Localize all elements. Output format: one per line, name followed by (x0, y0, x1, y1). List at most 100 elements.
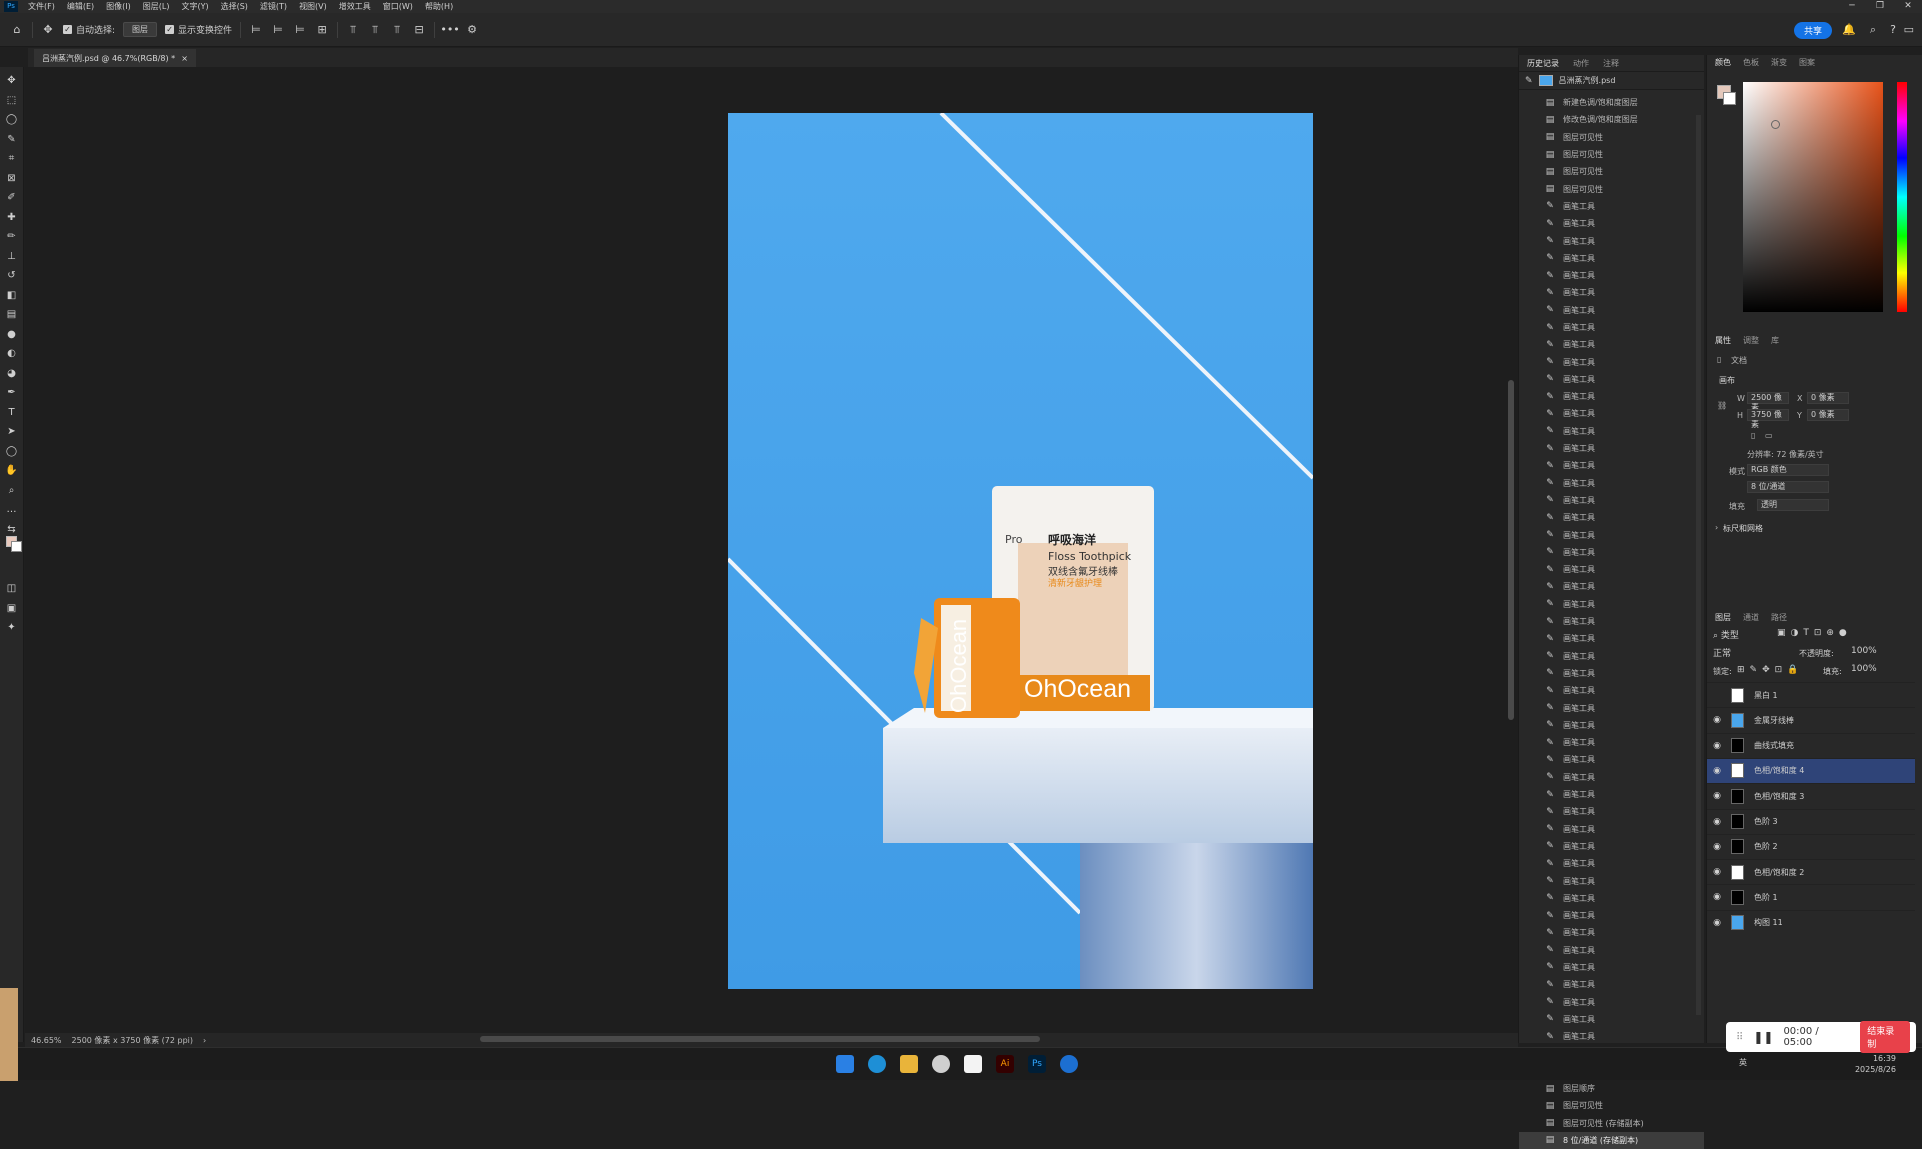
history-step[interactable]: ✎ 画笔工具 (1519, 232, 1704, 249)
fill-select[interactable]: 透明 (1757, 499, 1829, 511)
path-select-tool-icon[interactable]: ➤ (3, 422, 21, 442)
menu-window[interactable]: 窗口(W) (377, 1, 419, 12)
history-step[interactable]: ✎ 画笔工具 (1519, 405, 1704, 422)
x-input[interactable]: 0 像素 (1807, 392, 1849, 404)
history-step[interactable]: ✎ 画笔工具 (1519, 1028, 1704, 1045)
blend-mode-select[interactable]: 正常 (1713, 646, 1791, 659)
align-center-icon[interactable]: ⊨ (271, 23, 285, 37)
history-step[interactable]: ✎ 画笔工具 (1519, 596, 1704, 613)
distribute-icon[interactable]: ⊞ (315, 23, 329, 37)
history-step[interactable]: ✎ 画笔工具 (1519, 353, 1704, 370)
sponge-tool-icon[interactable]: ◕ (3, 364, 21, 384)
tab-actions[interactable]: 动作 (1573, 58, 1589, 69)
layer-row[interactable]: ◉ 色相/饱和度 2 (1707, 859, 1915, 884)
visibility-eye-icon[interactable]: ◉ (1707, 817, 1727, 827)
align-right-icon[interactable]: ⊨ (293, 23, 307, 37)
fill-input[interactable]: 100% (1851, 664, 1885, 674)
history-step[interactable]: ✎ 画笔工具 (1519, 959, 1704, 976)
visibility-eye-icon[interactable]: ◉ (1707, 842, 1727, 852)
visibility-eye-icon[interactable]: ◉ (1707, 791, 1727, 801)
shape-tool-icon[interactable]: ◯ (3, 442, 21, 462)
history-step[interactable]: ✎ 画笔工具 (1519, 872, 1704, 889)
history-step[interactable]: ✎ 画笔工具 (1519, 717, 1704, 734)
windows-start-icon[interactable] (836, 1055, 854, 1073)
menu-select[interactable]: 选择(S) (215, 1, 254, 12)
history-step[interactable]: ▤ 图层可见性 (1519, 1097, 1704, 1114)
menu-filter[interactable]: 滤镜(T) (254, 1, 293, 12)
history-brush-icon[interactable]: ↺ (3, 266, 21, 286)
mode-select[interactable]: RGB 颜色 (1747, 464, 1829, 476)
visibility-eye-icon[interactable]: ◉ (1707, 741, 1727, 751)
file-explorer-icon[interactable] (900, 1055, 918, 1073)
menu-image[interactable]: 图像(I) (100, 1, 137, 12)
layer-row[interactable]: ◉ 金属牙线棒 (1707, 707, 1915, 732)
visibility-eye-icon[interactable]: ◉ (1707, 867, 1727, 877)
photoshop-icon[interactable]: Ps (1028, 1055, 1046, 1073)
bit-depth-select[interactable]: 8 位/通道 (1747, 481, 1829, 493)
layer-row[interactable]: 黑白 1 (1707, 682, 1915, 707)
workspace-icon[interactable]: ▭ (1904, 23, 1914, 36)
brush-tool-icon[interactable]: ✏ (3, 227, 21, 247)
history-step[interactable]: ✎ 画笔工具 (1519, 336, 1704, 353)
history-step[interactable]: ✎ 画笔工具 (1519, 423, 1704, 440)
layer-filter-icons[interactable]: ▣◑T⊡⊕● (1777, 628, 1852, 638)
canvas-section-label[interactable]: 画布 (1719, 375, 1735, 386)
history-step[interactable]: ✎ 画笔工具 (1519, 907, 1704, 924)
tab-paths[interactable]: 路径 (1771, 612, 1787, 623)
align-middle-icon[interactable]: ⫪ (368, 23, 382, 37)
history-step[interactable]: ✎ 画笔工具 (1519, 440, 1704, 457)
history-scrollbar[interactable] (1696, 115, 1701, 1015)
layer-select-dropdown[interactable]: 图层 (123, 22, 158, 37)
tab-notes[interactable]: 注释 (1603, 58, 1619, 69)
canvas-vertical-scrollbar[interactable] (1508, 380, 1514, 720)
eraser-tool-icon[interactable]: ◧ (3, 286, 21, 306)
layer-row[interactable]: ◉ 色相/饱和度 3 (1707, 783, 1915, 808)
illustrator-icon[interactable]: Ai (996, 1055, 1014, 1073)
history-step[interactable]: ✎ 画笔工具 (1519, 648, 1704, 665)
menu-edit[interactable]: 编辑(E) (61, 1, 100, 12)
history-step[interactable]: ▤ 图层可见性 (1519, 163, 1704, 180)
auto-select-checkbox[interactable]: ✓ 自动选择: (63, 23, 115, 36)
history-step[interactable]: ✎ 画笔工具 (1519, 820, 1704, 837)
history-step[interactable]: ✎ 画笔工具 (1519, 993, 1704, 1010)
stamp-tool-icon[interactable]: ⊥ (3, 247, 21, 267)
history-step[interactable]: ✎ 画笔工具 (1519, 769, 1704, 786)
quick-mask-icon[interactable]: ◫ (3, 579, 21, 599)
pen-tool-icon[interactable]: ✒ (3, 383, 21, 403)
history-step[interactable]: ✎ 画笔工具 (1519, 1011, 1704, 1028)
notepad-icon[interactable] (964, 1055, 982, 1073)
blur-tool-icon[interactable]: ● (3, 325, 21, 345)
marquee-tool-icon[interactable]: ⬚ (3, 91, 21, 111)
move-tool-icon[interactable]: ✥ (41, 23, 55, 37)
bell-icon[interactable]: 🔔 (1842, 23, 1856, 36)
history-step[interactable]: ✎ 画笔工具 (1519, 475, 1704, 492)
layer-row[interactable]: ◉ 曲线式填充 (1707, 732, 1915, 758)
color-picker-cursor[interactable] (1771, 120, 1780, 129)
history-step[interactable]: ✎ 画笔工具 (1519, 682, 1704, 699)
history-step[interactable]: ✎ 画笔工具 (1519, 250, 1704, 267)
history-step[interactable]: ✎ 画笔工具 (1519, 665, 1704, 682)
history-snapshot[interactable]: ✎ 吕洲蒸汽例.psd (1519, 72, 1704, 90)
history-step[interactable]: ✎ 画笔工具 (1519, 976, 1704, 993)
minimize-icon[interactable]: ─ (1838, 0, 1866, 13)
system-clock[interactable]: 16:39 2025/8/26 (1855, 1053, 1896, 1075)
history-step[interactable]: ▤ 图层可见性 (存储副本) (1519, 1115, 1704, 1132)
language-indicator[interactable]: 英 (1739, 1057, 1747, 1068)
menu-help[interactable]: 帮助(H) (419, 1, 459, 12)
tab-gradients[interactable]: 渐变 (1771, 57, 1787, 68)
rulers-grids-label[interactable]: 标尺和网格 (1723, 523, 1763, 534)
move-tool-icon[interactable]: ✥ (3, 71, 21, 91)
share-button[interactable]: 共享 (1793, 22, 1832, 39)
search-icon[interactable]: ⌕ (1870, 23, 1876, 37)
tab-color[interactable]: 颜色 (1715, 57, 1731, 68)
settings-gear-icon[interactable]: ⚙ (465, 23, 479, 37)
opacity-input[interactable]: 100% (1851, 646, 1885, 656)
screen-mode-icon[interactable]: ▣ (3, 599, 21, 619)
gradient-tool-icon[interactable]: ▤ (3, 305, 21, 325)
status-arrow-icon[interactable]: › (203, 1036, 206, 1045)
history-step[interactable]: ✎ 画笔工具 (1519, 855, 1704, 872)
brush-source-icon[interactable]: ✎ (1525, 76, 1533, 86)
menu-layer[interactable]: 图层(L) (137, 1, 176, 12)
history-step[interactable]: ✎ 画笔工具 (1519, 198, 1704, 215)
layer-filter-select[interactable]: ⌕ 类型 (1713, 628, 1757, 641)
